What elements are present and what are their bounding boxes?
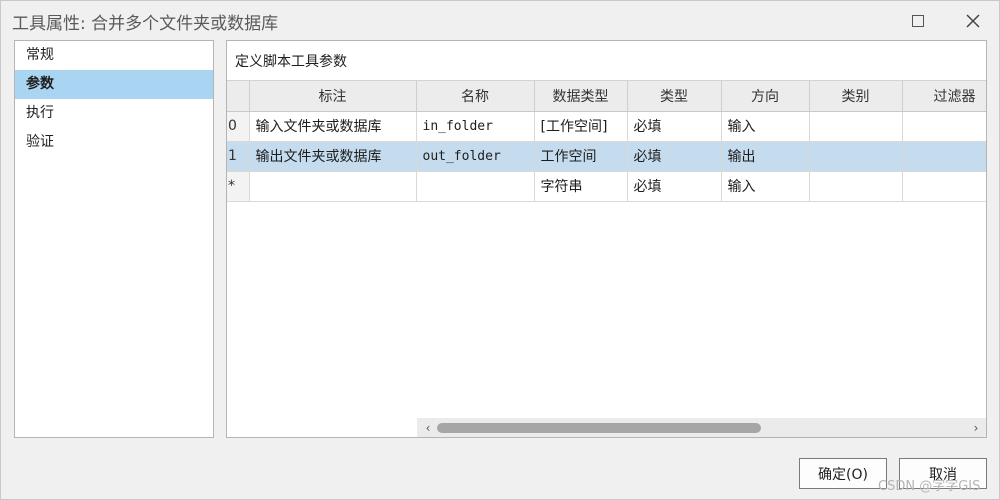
cell-filter[interactable] bbox=[902, 141, 986, 172]
sidebar-item-execution[interactable]: 执行 bbox=[15, 99, 213, 128]
table-row[interactable]: 0 输入文件夹或数据库 in_folder [工作空间] 必填 输入 bbox=[227, 111, 986, 142]
sidebar-item-parameters[interactable]: 参数 bbox=[15, 70, 213, 99]
column-header-index[interactable] bbox=[227, 81, 250, 112]
cell-label[interactable]: 输入文件夹或数据库 bbox=[249, 111, 417, 142]
scrollbar-thumb[interactable] bbox=[437, 423, 761, 433]
tool-properties-dialog: 工具属性: 合并多个文件夹或数据库 常规 参数 执行 验证 定义脚本工具参数 标… bbox=[0, 0, 1000, 500]
parameters-panel: 定义脚本工具参数 标注 名称 数据类型 类型 方向 类别 过滤器 0 输入文件夹… bbox=[226, 40, 987, 438]
cell-direction[interactable]: 输入 bbox=[721, 171, 810, 202]
cell-type[interactable]: 必填 bbox=[627, 171, 722, 202]
maximize-icon bbox=[912, 15, 924, 27]
cell-category[interactable] bbox=[809, 141, 903, 172]
cell-type[interactable]: 必填 bbox=[627, 111, 722, 142]
sidebar-item-validation[interactable]: 验证 bbox=[15, 128, 213, 157]
column-header-datatype[interactable]: 数据类型 bbox=[534, 81, 628, 112]
cell-datatype[interactable]: 工作空间 bbox=[534, 141, 628, 172]
parameters-grid: 标注 名称 数据类型 类型 方向 类别 过滤器 0 输入文件夹或数据库 in_f… bbox=[227, 80, 986, 203]
column-header-label[interactable]: 标注 bbox=[249, 81, 417, 112]
watermark: CSDN @字字GIS bbox=[878, 479, 981, 494]
sidebar-item-label: 常规 bbox=[26, 47, 54, 63]
cell-direction[interactable]: 输出 bbox=[721, 141, 810, 172]
column-header-direction[interactable]: 方向 bbox=[721, 81, 810, 112]
grid-header-row: 标注 名称 数据类型 类型 方向 类别 过滤器 bbox=[227, 81, 986, 112]
cell-category[interactable] bbox=[809, 111, 903, 142]
close-button[interactable] bbox=[962, 9, 984, 33]
cell-label[interactable] bbox=[249, 171, 417, 202]
row-index[interactable]: 1 bbox=[227, 141, 250, 172]
cell-name[interactable] bbox=[416, 171, 535, 202]
row-index[interactable]: 0 bbox=[227, 111, 250, 142]
ok-button[interactable]: 确定(O) bbox=[799, 458, 887, 489]
maximize-button[interactable] bbox=[907, 9, 929, 33]
sidebar-item-label: 验证 bbox=[26, 134, 54, 150]
column-header-category[interactable]: 类别 bbox=[809, 81, 903, 112]
column-header-type[interactable]: 类型 bbox=[627, 81, 722, 112]
cell-direction[interactable]: 输入 bbox=[721, 111, 810, 142]
cell-filter[interactable] bbox=[902, 111, 986, 142]
close-icon bbox=[966, 14, 980, 28]
table-row-new[interactable]: * 字符串 必填 输入 bbox=[227, 171, 986, 202]
horizontal-scrollbar[interactable]: ‹ › bbox=[417, 418, 986, 437]
table-row[interactable]: 1 输出文件夹或数据库 out_folder 工作空间 必填 输出 bbox=[227, 141, 986, 172]
chevron-right-icon[interactable]: › bbox=[967, 418, 985, 437]
sidebar-item-label: 执行 bbox=[26, 105, 54, 121]
cell-type[interactable]: 必填 bbox=[627, 141, 722, 172]
column-header-name[interactable]: 名称 bbox=[416, 81, 535, 112]
cell-category[interactable] bbox=[809, 171, 903, 202]
cell-name[interactable]: in_folder bbox=[416, 111, 535, 142]
cell-filter[interactable] bbox=[902, 171, 986, 202]
sidebar: 常规 参数 执行 验证 bbox=[14, 40, 214, 438]
cell-name[interactable]: out_folder bbox=[416, 141, 535, 172]
sidebar-item-label: 参数 bbox=[26, 76, 54, 92]
column-header-filter[interactable]: 过滤器 bbox=[902, 81, 986, 112]
panel-title: 定义脚本工具参数 bbox=[235, 54, 347, 70]
chevron-left-icon[interactable]: ‹ bbox=[419, 418, 437, 437]
row-index[interactable]: * bbox=[227, 171, 250, 202]
cell-label[interactable]: 输出文件夹或数据库 bbox=[249, 141, 417, 172]
sidebar-item-general[interactable]: 常规 bbox=[15, 41, 213, 70]
window-title: 工具属性: 合并多个文件夹或数据库 bbox=[12, 14, 279, 34]
cell-datatype[interactable]: [工作空间] bbox=[534, 111, 628, 142]
cell-datatype[interactable]: 字符串 bbox=[534, 171, 628, 202]
